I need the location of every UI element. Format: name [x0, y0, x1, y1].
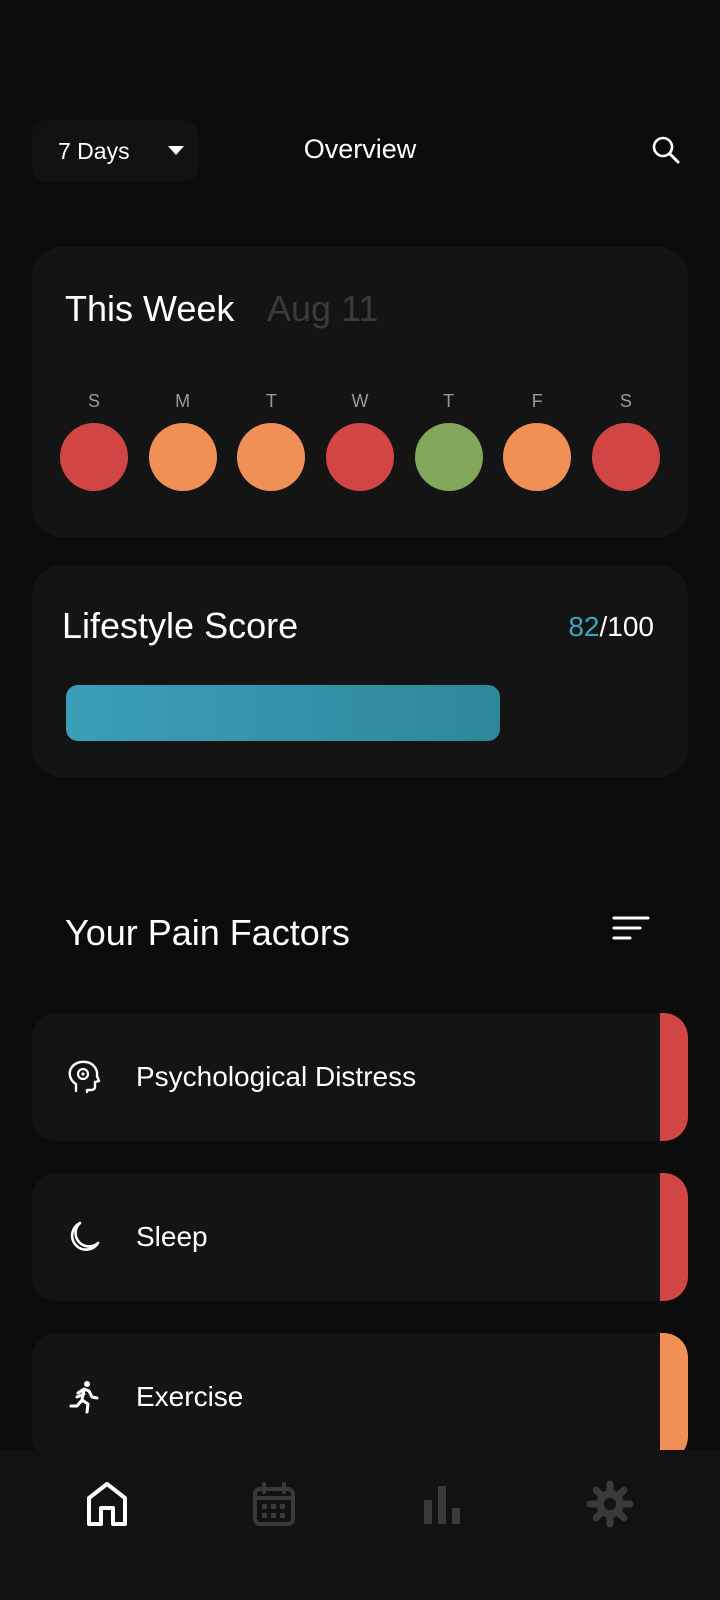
- score-progress-track: [66, 685, 656, 741]
- day-item[interactable]: T: [237, 389, 306, 491]
- pain-factor-item[interactable]: Sleep: [32, 1173, 688, 1301]
- day-status-dot: [325, 423, 394, 491]
- moon-icon: [66, 1219, 102, 1255]
- pain-factor-item[interactable]: Psychological Distress: [32, 1013, 688, 1141]
- day-item[interactable]: S: [591, 389, 660, 491]
- factor-label: Sleep: [136, 1221, 208, 1252]
- day-status-dot: [503, 423, 572, 491]
- week-days: S M T W T F S: [60, 389, 660, 491]
- day-status-dot: [591, 423, 660, 491]
- week-title: This Week: [65, 288, 235, 329]
- bottom-navigation: [0, 1450, 720, 1600]
- severity-bar: [660, 1013, 688, 1141]
- calendar-icon[interactable]: [250, 1480, 298, 1528]
- factor-label: Exercise: [136, 1381, 244, 1412]
- day-item[interactable]: S: [60, 389, 128, 491]
- day-letter: T: [443, 391, 455, 411]
- lifestyle-score-title: Lifestyle Score: [62, 605, 299, 646]
- page-title: Overview: [303, 134, 417, 164]
- week-date: Aug 11: [267, 288, 379, 329]
- sort-icon[interactable]: [612, 914, 650, 944]
- day-letter: W: [351, 391, 369, 411]
- home-icon[interactable]: [83, 1480, 131, 1528]
- day-status-dot: [60, 423, 128, 491]
- lifestyle-score-card[interactable]: Lifestyle Score 82/100: [32, 565, 688, 777]
- day-letter: F: [531, 391, 543, 411]
- this-week-card: This Week Aug 11 S M T W T F S: [32, 247, 688, 537]
- pain-factor-item[interactable]: Exercise: [32, 1333, 688, 1461]
- severity-bar: [660, 1173, 688, 1301]
- search-icon[interactable]: [650, 134, 684, 168]
- day-status-dot: [414, 423, 483, 491]
- day-item[interactable]: T: [414, 389, 483, 491]
- bar-chart-icon[interactable]: [418, 1480, 466, 1528]
- day-letter: S: [619, 391, 632, 411]
- day-status-dot: [237, 423, 306, 491]
- day-item[interactable]: F: [503, 389, 572, 491]
- score-number: 82: [568, 611, 600, 642]
- lifestyle-score-value: 82/100: [568, 611, 654, 643]
- day-status-dot: [148, 423, 217, 491]
- day-letter: M: [175, 391, 191, 411]
- factor-label: Psychological Distress: [136, 1061, 417, 1092]
- gear-icon[interactable]: [586, 1480, 634, 1528]
- head-brain-icon: [66, 1059, 102, 1095]
- severity-bar: [660, 1333, 688, 1461]
- score-max: /100: [599, 611, 655, 642]
- day-letter: T: [265, 391, 277, 411]
- score-progress-fill: [66, 685, 500, 741]
- running-icon: [66, 1379, 102, 1415]
- day-item[interactable]: M: [148, 389, 217, 491]
- section-title: Your Pain Factors: [65, 912, 350, 953]
- top-bar: 7 Days Overview: [0, 120, 720, 182]
- day-item[interactable]: W: [325, 389, 394, 491]
- day-letter: S: [87, 391, 100, 411]
